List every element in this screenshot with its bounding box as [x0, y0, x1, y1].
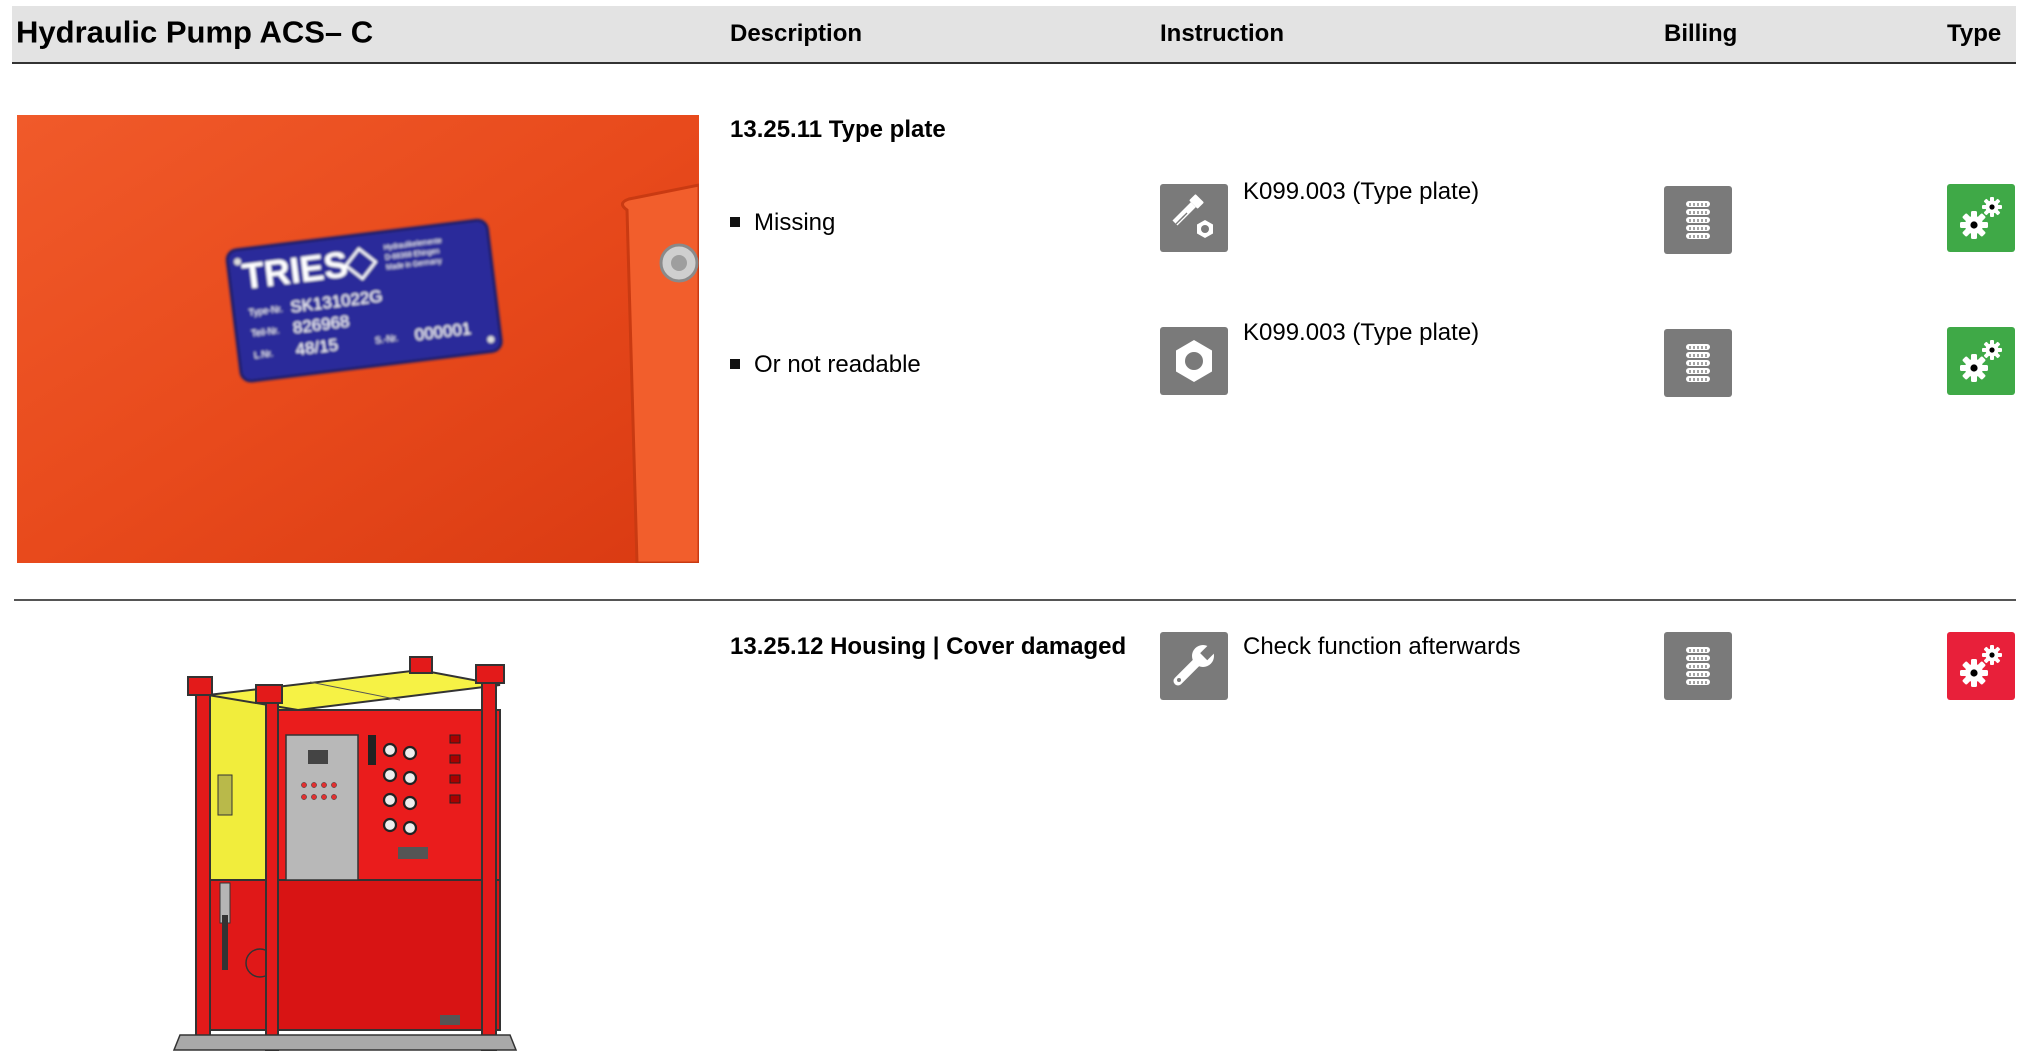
- section-heading-type-plate: 13.25.11 Type plate: [730, 116, 946, 143]
- type-plate-photo: TRIES Hydraulikelemente D-88368 Ehingen …: [17, 115, 699, 563]
- section-heading-housing-cover: 13.25.12 Housing | Cover damaged: [730, 633, 1127, 660]
- screw-nut-icon: [1160, 184, 1228, 252]
- column-header-billing: Billing: [1664, 20, 1738, 47]
- gears-icon: [1947, 184, 2015, 252]
- column-header-description: Description: [730, 20, 863, 47]
- defect-item-label: Missing: [754, 209, 836, 236]
- coin-stack-icon: [1664, 632, 1732, 700]
- column-header-type: Type: [1947, 20, 2002, 47]
- nut-icon: [1160, 327, 1228, 395]
- section-divider: [14, 599, 2016, 601]
- instruction-text: K099.003 (Type plate): [1243, 319, 1480, 346]
- coin-stack-icon: [1664, 329, 1732, 397]
- coin-stack-icon: [1664, 186, 1732, 254]
- defect-item-not-readable: Or not readable: [730, 353, 921, 377]
- bullet-square-icon: [730, 216, 740, 227]
- gears-icon: [1947, 632, 2015, 700]
- defect-item-label: Or not readable: [754, 351, 921, 378]
- column-header-instruction: Instruction: [1160, 20, 1284, 47]
- instruction-text: Check function afterwards: [1243, 633, 1521, 660]
- page-title: Hydraulic Pump ACS– C: [16, 14, 374, 50]
- bullet-square-icon: [730, 358, 740, 369]
- gears-icon: [1947, 327, 2015, 395]
- defect-item-missing: Missing: [730, 211, 835, 235]
- pump-unit-image: [172, 656, 518, 1051]
- wrench-icon: [1160, 632, 1228, 700]
- instruction-text: K099.003 (Type plate): [1243, 178, 1480, 205]
